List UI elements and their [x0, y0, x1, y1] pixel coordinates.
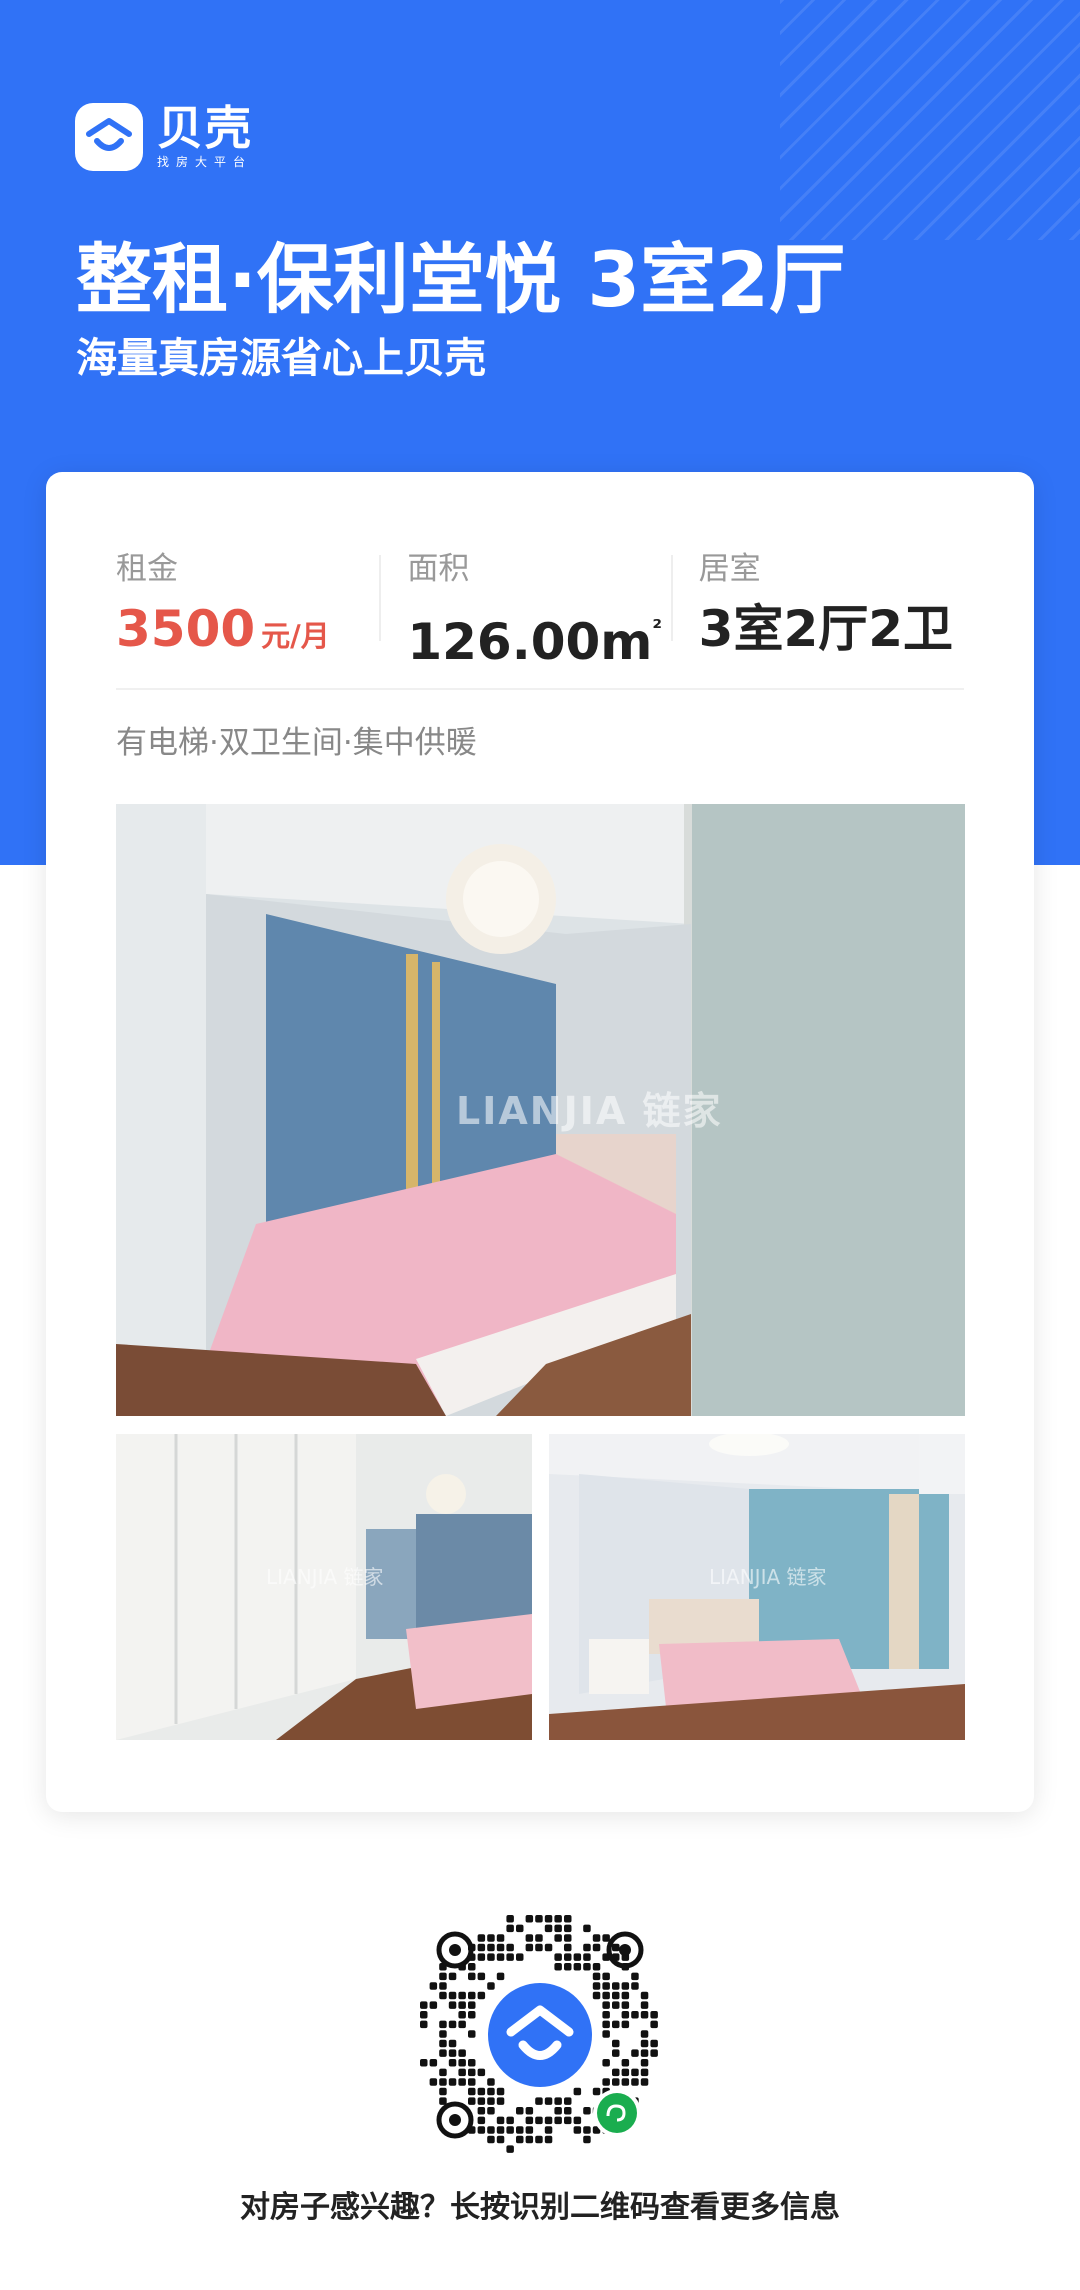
wardrobe-photo-image: LIANJIA 链家: [116, 1434, 532, 1740]
share-poster: 贝壳 找房大平台 整租·保利堂悦 3室2厅 海量真房源省心上贝壳 租金 3500…: [0, 0, 1080, 2290]
photo-watermark: LIANJIA 链家: [456, 1089, 722, 1133]
decorative-stripes: [780, 0, 1080, 240]
listing-card: 租金 3500 元/月 面积 126.00m² 居室 3室2厅2卫 有电梯·双卫生…: [46, 472, 1034, 1812]
stats-divider: [116, 688, 964, 690]
qr-instruction: 对房子感兴趣？长按识别二维码查看更多信息: [240, 2190, 840, 2225]
stat-area-value: 126.00m²: [407, 599, 672, 672]
bedroom-photo-image: LIANJIA 链家: [116, 804, 965, 1416]
stat-rent: 租金 3500 元/月: [116, 547, 381, 687]
mini-program-icon: [593, 2089, 641, 2137]
brand-logo: 贝壳 找房大平台: [75, 103, 253, 171]
second-photo[interactable]: LIANJIA 链家: [116, 1434, 532, 1740]
bedroom-photo-image: LIANJIA 链家: [549, 1434, 965, 1740]
stat-rooms-label: 居室: [698, 551, 761, 587]
brand-tagline: 找房大平台: [157, 155, 253, 169]
third-photo[interactable]: LIANJIA 链家: [549, 1434, 965, 1740]
house-roof-icon: [75, 103, 143, 171]
photo-watermark: LIANJIA 链家: [709, 1565, 827, 1589]
photo-watermark: LIANJIA 链家: [266, 1565, 384, 1589]
brand-name: 贝壳: [157, 101, 253, 155]
stat-rent-value: 3500 元/月: [116, 599, 381, 666]
stat-rooms-value: 3室2厅2卫: [698, 600, 954, 658]
listing-title: 整租·保利堂悦 3室2厅: [76, 235, 846, 324]
stat-area: 面积 126.00m²: [379, 547, 672, 687]
stat-area-label: 面积: [407, 551, 470, 587]
feature-tags: 有电梯·双卫生间·集中供暖: [116, 725, 477, 761]
qr-code[interactable]: [415, 1910, 665, 2160]
area-amount: 126.00m: [407, 613, 653, 671]
stats-row: 租金 3500 元/月 面积 126.00m² 居室 3室2厅2卫: [116, 547, 964, 687]
main-photo[interactable]: LIANJIA 链家: [116, 804, 965, 1416]
stat-rooms: 居室 3室2厅2卫: [670, 547, 964, 687]
area-unit-sup: ²: [652, 616, 663, 641]
beike-logo-icon: [488, 1983, 592, 2087]
rent-amount: 3500: [116, 600, 256, 658]
qr-code-image: [420, 1915, 658, 2153]
rent-unit: 元/月: [261, 619, 330, 653]
listing-subtitle: 海量真房源省心上贝壳: [76, 334, 486, 382]
stat-rent-label: 租金: [116, 551, 178, 587]
